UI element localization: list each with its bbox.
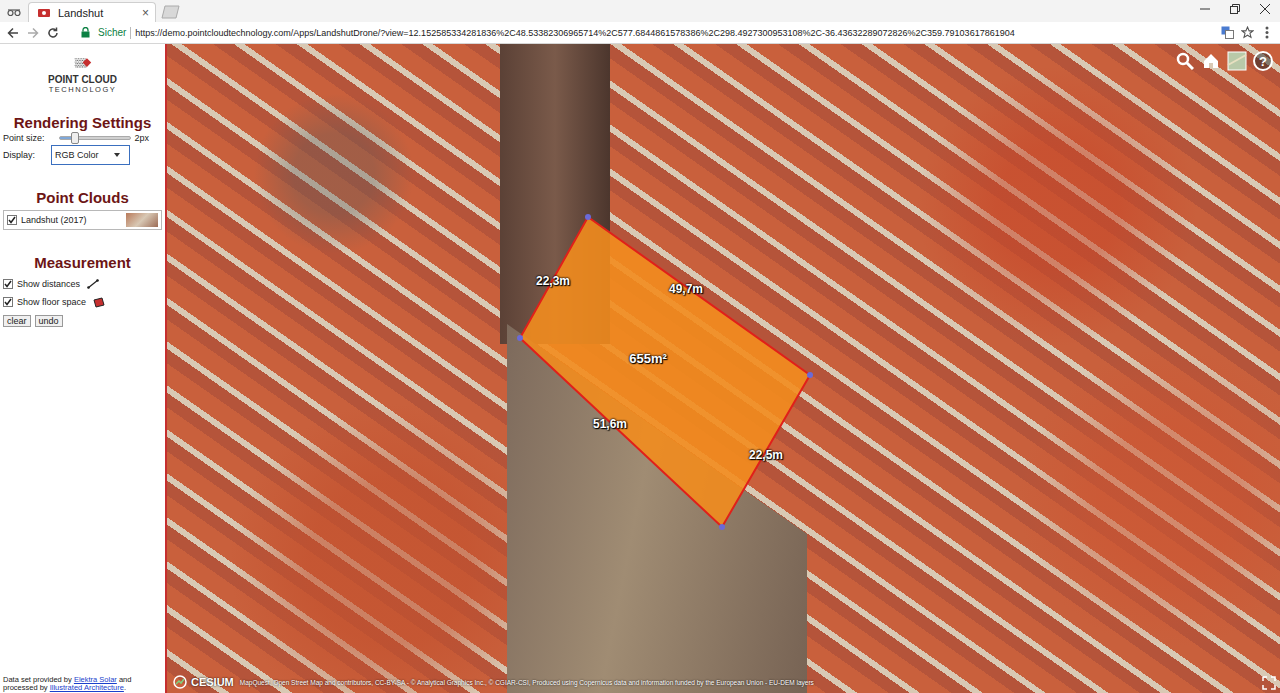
address-bar[interactable]: Sicher https://demo.pointcloudtechnology.… — [70, 24, 1210, 42]
logo: POINT CLOUDTECHNOLOGY — [0, 54, 165, 94]
checkbox[interactable] — [7, 215, 17, 225]
point-size-label: Point size: — [3, 133, 45, 143]
option-label: Show floor space — [17, 297, 86, 307]
minimize-icon[interactable] — [1190, 0, 1220, 18]
checkbox[interactable] — [3, 279, 13, 289]
slider-thumb[interactable] — [71, 132, 79, 144]
floor-space-icon — [90, 293, 108, 311]
option-label: Show distances — [17, 279, 80, 289]
credits-line: Data set provided by Elektra Solar and — [3, 676, 162, 684]
translate-icon[interactable] — [1218, 24, 1236, 42]
logo-icon — [74, 54, 92, 72]
fullscreen-icon[interactable] — [1262, 676, 1276, 690]
point-cloud-thumbnail — [126, 213, 158, 227]
display-value: RGB Color — [55, 150, 99, 160]
browser-tab[interactable]: Landshut × — [28, 2, 156, 22]
section-title: Rendering Settings — [0, 114, 165, 131]
attribution: MapQuest, Open Street Map and contributo… — [240, 679, 814, 686]
bookmark-star-icon[interactable] — [1238, 24, 1256, 42]
viewer-footer: CESIUM MapQuest, Open Street Map and cont… — [171, 673, 1256, 691]
credits-link[interactable]: Elektra Solar — [74, 675, 117, 684]
home-icon[interactable] — [1200, 50, 1222, 72]
display-label: Display: — [3, 150, 35, 160]
browser-toolbar: Sicher https://demo.pointcloudtechnology.… — [0, 22, 1280, 44]
area-label: 655m² — [627, 350, 669, 367]
credits-line: processed by Illustrated Architecture. — [3, 684, 162, 692]
3d-viewer[interactable]: 22,3m 49,7m 655m² 51,6m 22,5m? CESIUM MapQuest… — [167, 44, 1280, 693]
forward-icon[interactable] — [24, 24, 42, 42]
security-label: Sicher — [98, 27, 126, 38]
menu-icon[interactable] — [1258, 24, 1276, 42]
point-cloud-item[interactable]: Landshut (2017) — [3, 210, 162, 230]
credits-text: . — [124, 683, 126, 692]
credits-link[interactable]: Illustrated Architecture — [50, 683, 124, 692]
credits: Data set provided by Elektra Solar andpr… — [0, 676, 165, 693]
help-icon[interactable]: ? — [1253, 51, 1273, 71]
distance-label: 51,6m — [591, 416, 629, 432]
logo-line1: POINT CLOUD — [48, 74, 117, 85]
tab-strip: Landshut × — [0, 0, 1280, 22]
viewer-toolbar: ? — [1174, 50, 1274, 72]
cesium-logo[interactable]: CESIUM — [171, 673, 234, 691]
measurement-buttons: clear undo — [0, 314, 165, 328]
credits-text: Data set provided by — [3, 675, 74, 684]
logo-line2: TECHNOLOGY — [49, 85, 117, 94]
point-size-row: Point size: 2px — [0, 131, 165, 145]
measurement-polygon[interactable] — [167, 44, 1280, 693]
url-text[interactable]: https://demo.pointcloudtechnology.com/Ap… — [135, 28, 1014, 38]
checkbox[interactable] — [3, 297, 13, 307]
page-content: POINT CLOUDTECHNOLOGYRendering SettingsP… — [0, 44, 1280, 693]
cesium-icon — [171, 673, 189, 691]
reload-icon[interactable] — [44, 24, 62, 42]
base-layer-icon[interactable] — [1226, 50, 1248, 72]
tab-close[interactable]: × — [142, 7, 149, 19]
display-select[interactable]: RGB Color — [51, 145, 130, 165]
undo-button[interactable]: undo — [35, 315, 63, 327]
distance-label: 22,5m — [747, 447, 785, 463]
display-row: Display: RGB Color — [0, 145, 165, 165]
dropdown-arrow-icon — [108, 146, 126, 164]
credits-text: and — [117, 675, 132, 684]
section-title: Point Clouds — [0, 189, 165, 206]
measurement-option[interactable]: Show floor space — [0, 293, 165, 311]
distance-label: 22,3m — [534, 273, 572, 289]
distance-icon — [84, 275, 102, 293]
section-title: Measurement — [0, 254, 165, 271]
back-icon[interactable] — [4, 24, 22, 42]
help-button[interactable]: ? — [1252, 50, 1274, 72]
point-size-slider[interactable] — [59, 136, 131, 140]
clear-button[interactable]: clear — [3, 315, 31, 327]
profile-icon[interactable] — [4, 2, 24, 22]
window-controls — [1190, 0, 1280, 22]
cesium-text: CESIUM — [191, 676, 234, 688]
search-icon[interactable] — [1174, 50, 1196, 72]
close-window-icon[interactable] — [1250, 0, 1280, 18]
new-tab-icon[interactable] — [161, 5, 181, 19]
credits-text: processed by — [3, 683, 50, 692]
distance-label: 49,7m — [667, 281, 705, 297]
measurement-option[interactable]: Show distances — [0, 275, 165, 293]
tab-title: Landshut — [58, 7, 137, 19]
point-cloud-label: Landshut (2017) — [21, 215, 122, 225]
separator — [130, 27, 131, 39]
restore-icon[interactable] — [1220, 0, 1250, 18]
point-size-reading: 2px — [135, 133, 150, 143]
sidebar: POINT CLOUDTECHNOLOGYRendering SettingsP… — [0, 44, 167, 693]
favicon-icon — [35, 4, 53, 22]
lock-icon — [76, 24, 94, 42]
